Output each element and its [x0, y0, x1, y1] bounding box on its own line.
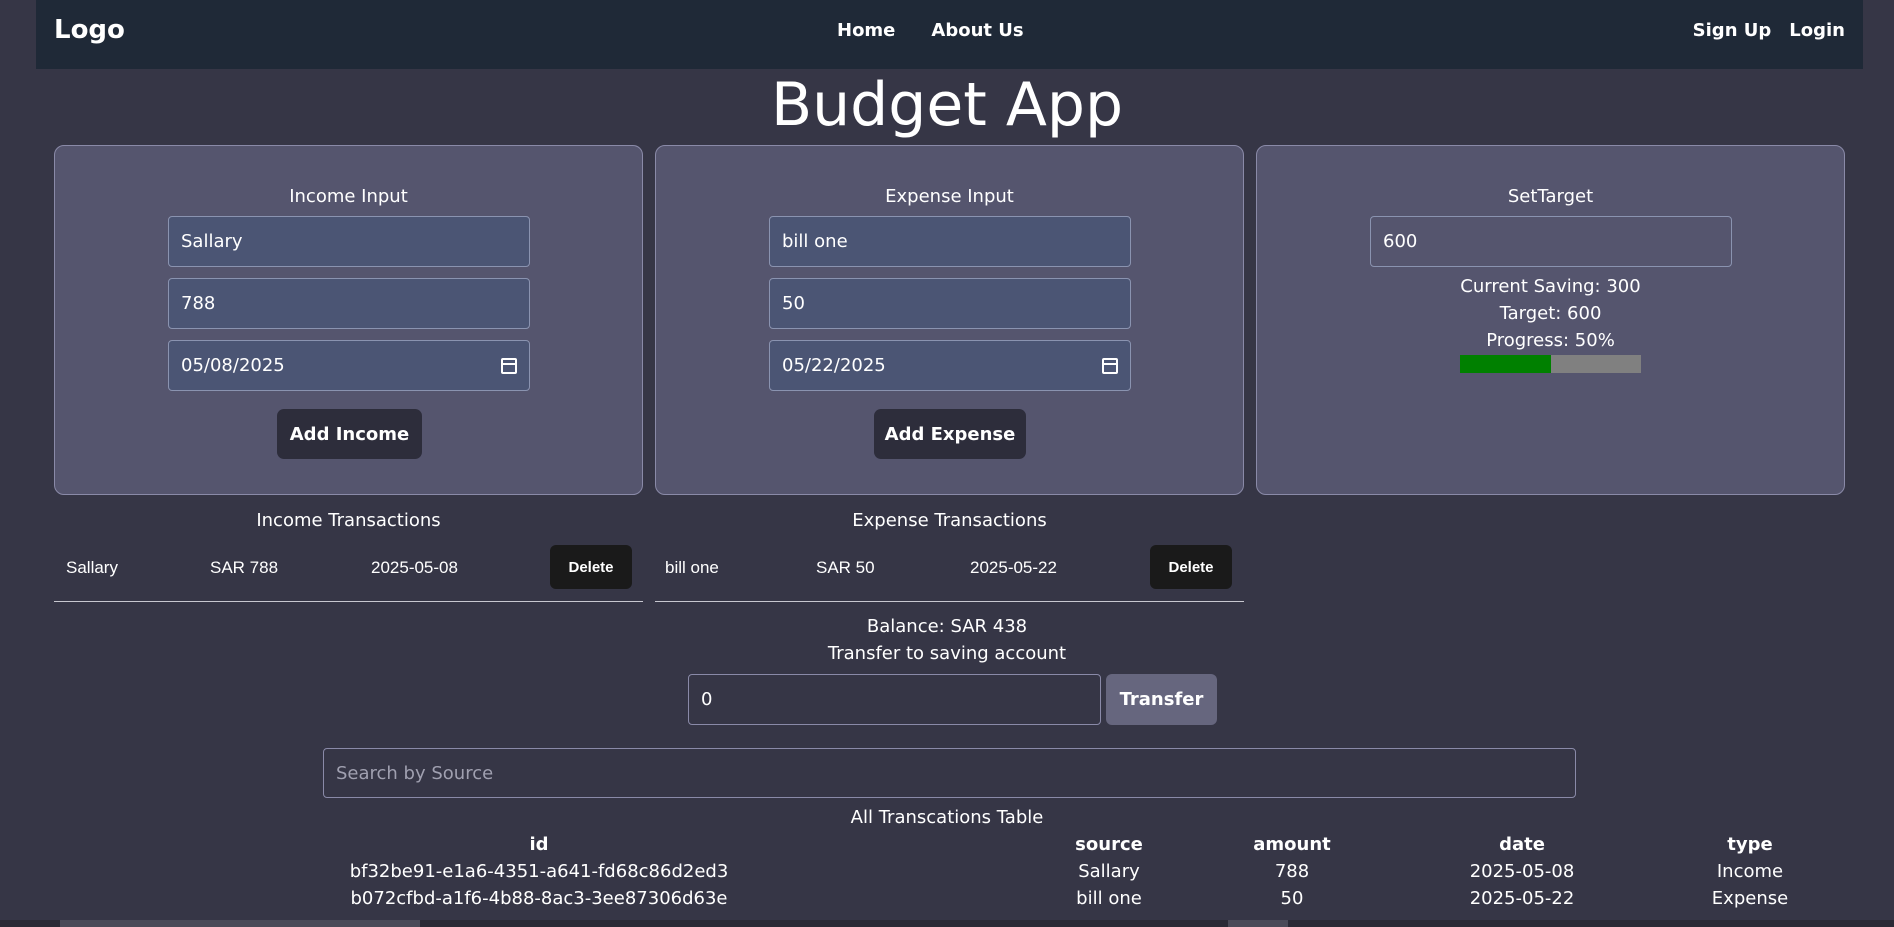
- progress-fill: [1460, 355, 1551, 373]
- income-source-value: Sallary: [181, 231, 243, 252]
- nav-right: Sign Up Login: [1693, 20, 1845, 41]
- table-header-date: date: [1499, 834, 1545, 855]
- table-header-type: type: [1727, 834, 1773, 855]
- tx-source: Sallary: [66, 558, 118, 577]
- transfer-amount-input[interactable]: 0: [688, 674, 1101, 725]
- add-expense-button[interactable]: Add Expense: [874, 409, 1026, 459]
- expense-transactions-title: Expense Transactions: [852, 510, 1047, 531]
- nav-center: Home About Us: [837, 20, 1024, 41]
- table-header-source: source: [1075, 834, 1143, 855]
- income-source-input[interactable]: Sallary: [168, 216, 530, 267]
- expense-amount-input[interactable]: 50: [769, 278, 1131, 329]
- expense-transaction-row: bill one SAR 50 2025-05-22 Delete: [655, 540, 1244, 602]
- transfer-button[interactable]: Transfer: [1106, 674, 1217, 725]
- tx-amount: SAR 788: [210, 558, 279, 577]
- table-cell-amount: 50: [1280, 888, 1304, 909]
- income-card-title: Income Input: [289, 186, 408, 207]
- current-saving-text: Current Saving: 300: [1460, 276, 1641, 297]
- calendar-icon[interactable]: [1102, 357, 1118, 374]
- search-input[interactable]: Search by Source: [323, 748, 1576, 798]
- table-cell-date: 2025-05-22: [1469, 888, 1575, 909]
- expense-amount-value: 50: [782, 293, 805, 314]
- expense-source-input[interactable]: bill one: [769, 216, 1131, 267]
- transfer-amount-value: 0: [701, 689, 713, 710]
- table-cell-date: 2025-05-08: [1469, 861, 1575, 882]
- search-placeholder: Search by Source: [336, 762, 494, 784]
- delete-button[interactable]: Delete: [550, 545, 632, 589]
- transfer-label: Transfer to saving account: [827, 643, 1067, 664]
- target-input[interactable]: 600: [1370, 216, 1732, 267]
- expense-date-input[interactable]: 05/22/2025: [769, 340, 1131, 391]
- add-income-button[interactable]: Add Income: [277, 409, 422, 459]
- nav-about-link[interactable]: About Us: [931, 20, 1023, 41]
- table-cell-id: b072cfbd-a1f6-4b88-8ac3-3ee87306d63e: [350, 888, 728, 909]
- expense-card: Expense Input bill one 50 05/22/2025 Add…: [655, 145, 1244, 495]
- table-cell-id: bf32be91-e1a6-4351-a641-fd68c86d2ed3: [349, 861, 729, 882]
- table-cell-source: bill one: [1076, 888, 1142, 909]
- calendar-icon[interactable]: [501, 357, 517, 374]
- income-date-input[interactable]: 05/08/2025: [168, 340, 530, 391]
- navbar: Logo Home About Us Sign Up Login: [36, 0, 1863, 69]
- income-transactions-title: Income Transactions: [256, 510, 441, 531]
- income-date-value: 05/08/2025: [181, 355, 285, 376]
- table-title: All Transcations Table: [850, 807, 1044, 828]
- tx-amount: SAR 50: [816, 558, 875, 577]
- signup-link[interactable]: Sign Up: [1693, 20, 1772, 41]
- table-cell-type: Income: [1716, 861, 1784, 882]
- income-amount-input[interactable]: 788: [168, 278, 530, 329]
- scrollbar-thumb[interactable]: [60, 920, 420, 927]
- nav-home-link[interactable]: Home: [837, 20, 895, 41]
- page-title: Budget App: [770, 70, 1124, 140]
- income-amount-value: 788: [181, 293, 216, 314]
- expense-date-value: 05/22/2025: [782, 355, 886, 376]
- target-value: 600: [1383, 231, 1418, 252]
- balance-text: Balance: SAR 438: [866, 616, 1028, 637]
- login-link[interactable]: Login: [1789, 20, 1845, 41]
- expense-card-title: Expense Input: [885, 186, 1014, 207]
- income-card: Income Input Sallary 788 05/08/2025 Add …: [54, 145, 643, 495]
- logo[interactable]: Logo: [54, 15, 125, 45]
- progress-text: Progress: 50%: [1486, 330, 1615, 351]
- target-card: SetTarget 600 Current Saving: 300 Target…: [1256, 145, 1845, 495]
- scrollbar-thumb[interactable]: [1228, 920, 1288, 927]
- table-header-id: id: [529, 834, 549, 855]
- target-card-title: SetTarget: [1507, 186, 1594, 207]
- tx-date: 2025-05-22: [970, 558, 1057, 577]
- income-transaction-row: Sallary SAR 788 2025-05-08 Delete: [54, 540, 643, 602]
- table-header-amount: amount: [1253, 834, 1331, 855]
- table-cell-type: Expense: [1711, 888, 1789, 909]
- table-cell-source: Sallary: [1078, 861, 1140, 882]
- tx-source: bill one: [665, 558, 719, 577]
- delete-button[interactable]: Delete: [1150, 545, 1232, 589]
- tx-date: 2025-05-08: [371, 558, 458, 577]
- progress-bar: [1460, 355, 1641, 373]
- expense-source-value: bill one: [782, 231, 848, 252]
- table-cell-amount: 788: [1274, 861, 1310, 882]
- target-text: Target: 600: [1499, 303, 1602, 324]
